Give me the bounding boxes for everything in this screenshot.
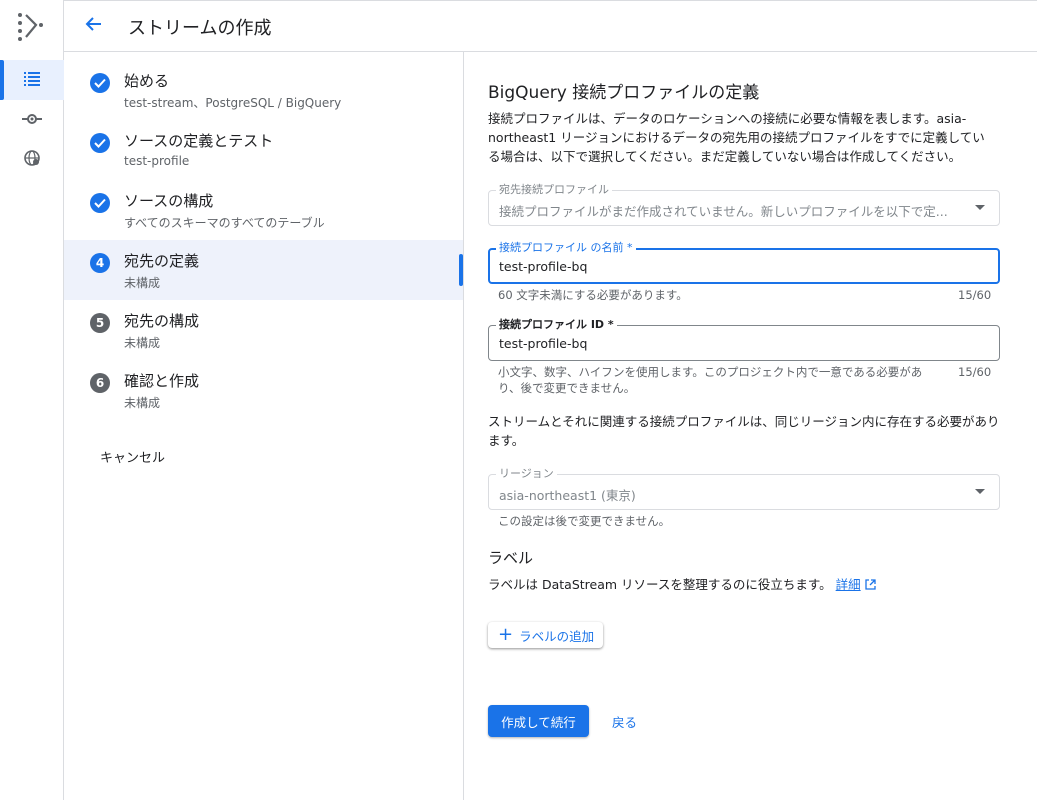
back-arrow-button[interactable] (80, 13, 106, 39)
section-description: 接続プロファイルは、データのロケーションへの接続に必要な情報を表します。asia… (488, 111, 985, 164)
step-review-create[interactable]: 6 確認と作成 未構成 (64, 360, 463, 420)
step-configure-source[interactable]: ソースの構成 すべてのスキーマのすべてのテーブル (64, 180, 463, 240)
arrow-back-icon (84, 16, 102, 36)
check-circle-icon (90, 73, 110, 93)
field-value: test-profile-bq (499, 336, 588, 351)
field-label: 宛先接続プロファイル (496, 183, 612, 197)
add-label-button[interactable]: + ラベルの追加 (488, 622, 603, 648)
field-value: asia-northeast1 (東京) (499, 488, 636, 503)
dropdown-arrow-icon (975, 205, 985, 210)
cancel-button[interactable]: キャンセル (100, 447, 165, 466)
labels-desc-text: ラベルは DataStream リソースを整理するのに役立ちます。 (488, 577, 832, 592)
char-counter: 15/60 (958, 288, 992, 302)
field-value: 接続プロファイルがまだ作成されていません。新しいプロファイルを以下で定... (499, 204, 948, 219)
dropdown-arrow-icon (975, 489, 985, 494)
step-sub: 未構成 (124, 336, 161, 350)
step-number: 4 (90, 253, 110, 273)
step-get-started[interactable]: 始める test-stream、PostgreSQL / BigQuery (64, 60, 463, 120)
profile-name-input[interactable]: 接続プロファイル の名前 * test-profile-bq (488, 241, 1000, 284)
button-label: ラベルの追加 (519, 628, 595, 644)
step-number: 5 (90, 313, 110, 333)
step-label: 宛先の定義 (124, 252, 200, 270)
stream-icon (22, 111, 42, 130)
step-sub: 未構成 (124, 396, 161, 410)
field-label: リージョン (496, 467, 557, 481)
check-circle-icon (90, 193, 110, 213)
create-continue-button[interactable]: 作成して続行 (488, 705, 589, 737)
field-hint: この設定は後で変更できません。 (498, 514, 671, 528)
list-icon (24, 71, 40, 90)
step-sub: test-profile (124, 154, 190, 168)
char-counter: 15/60 (958, 365, 992, 379)
step-sub: すべてのスキーマのすべてのテーブル (124, 216, 325, 230)
step-label: 始める (124, 72, 170, 90)
rail-private-connectivity-item[interactable] (0, 140, 64, 180)
labels-description: ラベルは DataStream リソースを整理するのに役立ちます。 詳細 (488, 575, 1000, 594)
datastream-logo-icon[interactable] (14, 10, 50, 42)
step-define-source[interactable]: ソースの定義とテスト test-profile (64, 120, 463, 180)
step-configure-destination[interactable]: 5 宛先の構成 未構成 (64, 300, 463, 360)
rail-connection-item[interactable] (0, 100, 64, 140)
field-value: test-profile-bq (499, 259, 588, 274)
nav-rail (0, 0, 64, 800)
step-label: ソースの定義とテスト (124, 132, 274, 150)
step-label: 確認と作成 (124, 372, 200, 390)
step-define-destination[interactable]: 4 宛先の定義 未構成 (64, 240, 463, 300)
globe-icon (24, 150, 40, 170)
rail-streams-item[interactable] (0, 60, 64, 100)
step-label: 宛先の構成 (124, 312, 200, 330)
section-title: BigQuery 接続プロファイルの定義 (488, 83, 760, 103)
field-hint: 60 文字未満にする必要があります。 (498, 288, 688, 302)
profile-id-input[interactable]: 接続プロファイル ID * test-profile-bq (488, 318, 1000, 361)
step-number: 6 (90, 373, 110, 393)
page-title: ストリームの作成 (128, 18, 272, 39)
step-sub: test-stream、PostgreSQL / BigQuery (124, 96, 342, 110)
step-label: ソースの構成 (124, 192, 214, 210)
field-label: 接続プロファイル ID * (496, 318, 617, 332)
back-button[interactable]: 戻る (612, 712, 637, 731)
check-circle-icon (90, 133, 110, 153)
add-icon: + (498, 624, 514, 645)
region-note: ストリームとそれに関連する接続プロファイルは、同じリージョン内に存在する必要があ… (488, 414, 1000, 448)
region-select[interactable]: リージョン asia-northeast1 (東京) (488, 467, 1000, 510)
learn-more-link[interactable]: 詳細 (836, 577, 861, 592)
field-label: 接続プロファイル の名前 * (496, 241, 636, 255)
dest-profile-select[interactable]: 宛先接続プロファイル 接続プロファイルがまだ作成されていません。新しいプロファイ… (488, 183, 1000, 226)
page-header: ストリームの作成 (64, 0, 1037, 52)
stepper: 始める test-stream、PostgreSQL / BigQuery ソー… (64, 52, 464, 800)
step-sub: 未構成 (124, 276, 161, 290)
field-hint: 小文字、数字、ハイフンを使用します。このプロジェクト内で一意である必要があり、後… (498, 365, 923, 395)
open-in-new-icon (864, 577, 876, 592)
labels-title: ラベル (488, 549, 534, 567)
